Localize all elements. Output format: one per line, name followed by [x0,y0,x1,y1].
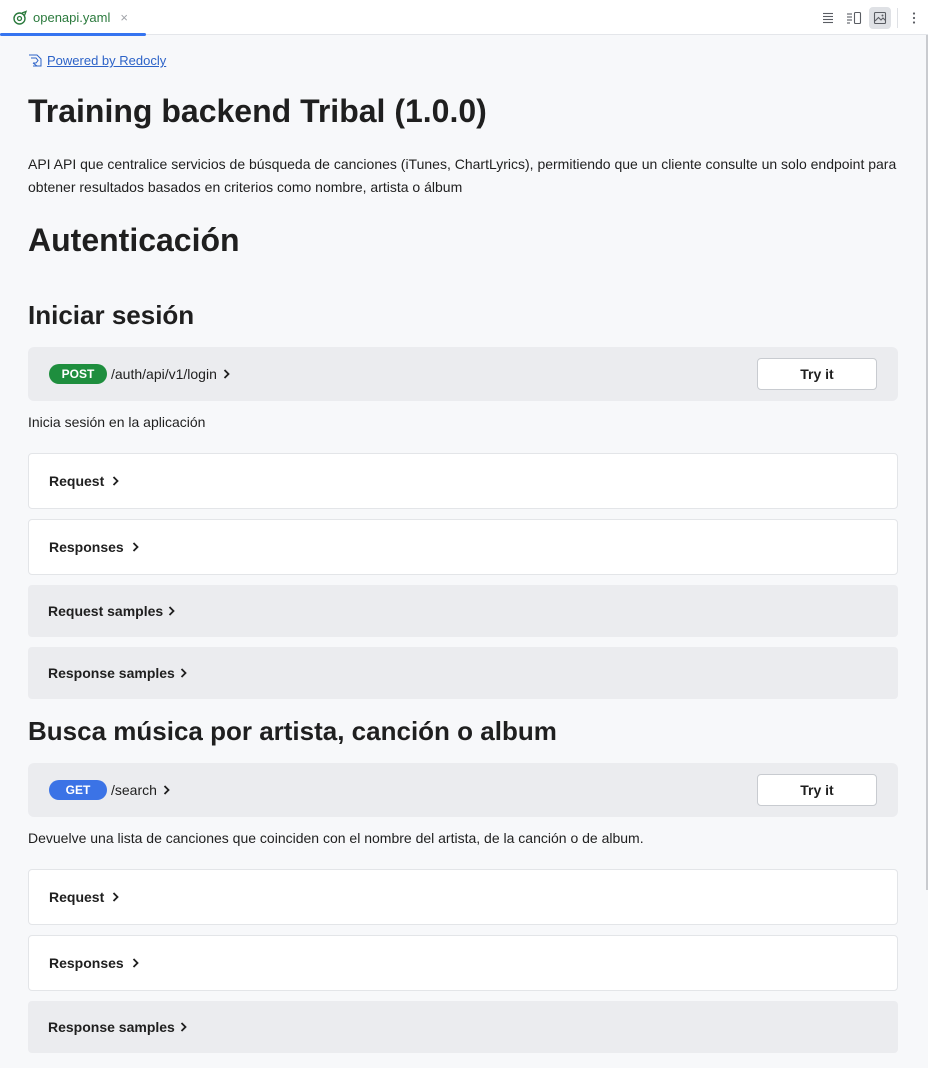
api-description: API API que centralice servicios de búsq… [28,156,897,195]
editor-tab-bar: openapi.yaml × [0,0,928,36]
more-options-button[interactable] [903,7,925,29]
chevron-right-icon [180,1022,187,1032]
try-it-button[interactable]: Try it [757,774,877,806]
panel-label: Response samples [48,1019,175,1035]
endpoint-path: /search [111,782,157,798]
endpoint-bar[interactable]: POST /auth/api/v1/login Try it [28,347,898,401]
chevron-right-icon [163,785,170,795]
responses-panel[interactable]: Responses [28,519,898,575]
tab-label: openapi.yaml [33,10,111,25]
http-method-badge: GET [49,780,107,800]
split-view-button[interactable] [843,7,865,29]
operation-title: Busca música por artista, canción o albu… [28,716,557,746]
text-lines-icon [823,12,833,23]
operation-description: Inicia sesión en la aplicación [28,414,206,430]
chevron-right-icon [180,668,187,678]
endpoint-path: /auth/api/v1/login [111,366,217,382]
request-samples-panel[interactable]: Request samples [28,585,898,637]
chevron-right-icon [112,892,120,902]
request-panel[interactable]: Request [28,453,898,509]
active-tab-indicator [0,33,146,36]
operation-description: Devuelve una lista de canciones que coin… [28,830,644,846]
endpoint-bar[interactable]: GET /search Try it [28,763,898,817]
redocly-logo-icon [28,53,43,68]
api-title: Training backend Tribal (1.0.0) [28,93,487,129]
operation-title: Iniciar sesión [28,300,195,330]
panel-label: Responses [49,955,124,971]
split-layout-icon [847,11,862,24]
toolbar-divider [897,7,898,28]
powered-by-redocly: Powered by Redocly [28,53,166,68]
http-method-badge: POST [49,364,107,384]
chevron-right-icon [112,476,120,486]
powered-by-link[interactable]: Powered by Redocly [47,53,166,68]
section-title: Autenticación [28,222,240,258]
close-icon[interactable]: × [120,11,128,24]
panel-label: Request samples [48,603,164,619]
chevron-right-icon [132,958,139,968]
image-preview-icon [873,11,887,24]
request-panel[interactable]: Request [28,869,898,925]
panel-label: Response samples [48,665,175,681]
openapi-file-icon [12,9,28,26]
panel-label: Responses [49,539,124,555]
panel-label: Request [49,889,105,905]
preview-only-button[interactable] [869,6,891,29]
response-samples-panel[interactable]: Response samples [28,647,898,699]
editor-only-button[interactable] [817,7,839,29]
try-it-button[interactable]: Try it [757,358,877,390]
more-vertical-icon [912,11,916,24]
responses-panel[interactable]: Responses [28,935,898,991]
response-samples-panel[interactable]: Response samples [28,1001,898,1053]
panel-label: Request [49,473,105,489]
chevron-right-icon [168,606,175,616]
tab-openapi-yaml[interactable]: openapi.yaml × [0,0,146,36]
chevron-right-icon [223,369,230,379]
editor-toolbar [813,0,928,35]
chevron-right-icon [132,542,139,552]
